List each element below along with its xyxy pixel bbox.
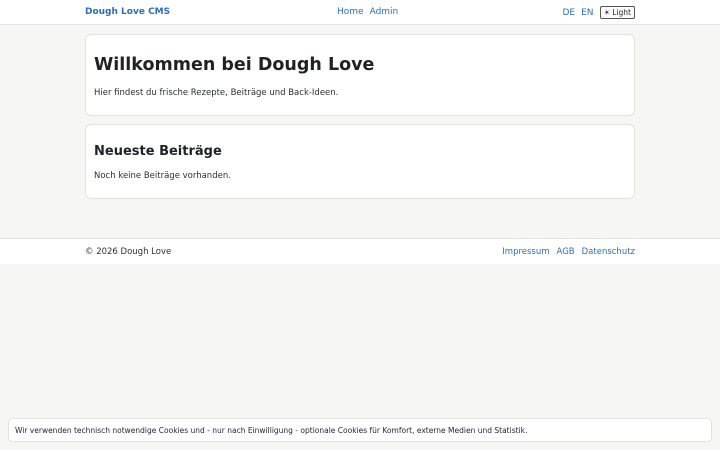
brand-link[interactable]: Dough Love CMS — [85, 7, 170, 17]
cookie-notice-text: Wir verwenden technisch notwendige Cooki… — [15, 426, 528, 435]
welcome-text: Hier findest du frische Rezepte, Beiträg… — [94, 88, 339, 98]
welcome-card: Willkommen bei Dough Love Hier findest d… — [85, 34, 635, 116]
agb-link[interactable]: AGB — [557, 247, 575, 257]
latest-posts-title: Neueste Beiträge — [94, 144, 222, 159]
nav-admin-link[interactable]: Admin — [370, 7, 399, 17]
theme-toggle-label: Light — [612, 8, 631, 17]
footer-links: Impressum AGB Datenschutz — [502, 247, 635, 257]
datenschutz-link[interactable]: Datenschutz — [582, 247, 635, 257]
main-nav: Home Admin — [337, 7, 398, 17]
cookie-banner: Wir verwenden technisch notwendige Cooki… — [8, 418, 712, 442]
page-title: Willkommen bei Dough Love — [94, 55, 375, 75]
header-controls: DE EN ☀ Light — [563, 6, 635, 19]
lang-en-link[interactable]: EN — [581, 8, 593, 18]
no-posts-text: Noch keine Beiträge vorhanden. — [94, 171, 231, 181]
impressum-link[interactable]: Impressum — [502, 247, 549, 257]
latest-posts-card: Neueste Beiträge Noch keine Beiträge vor… — [85, 124, 635, 199]
sun-icon: ☀ — [603, 8, 611, 17]
site-header: Dough Love CMS Home Admin DE EN ☀ Light — [0, 0, 720, 25]
nav-home-link[interactable]: Home — [337, 7, 364, 17]
copyright-text: © 2026 Dough Love — [85, 247, 172, 257]
theme-toggle-button[interactable]: ☀ Light — [599, 6, 635, 19]
lang-de-link[interactable]: DE — [563, 8, 576, 18]
site-footer: © 2026 Dough Love Impressum AGB Datensch… — [0, 238, 720, 264]
